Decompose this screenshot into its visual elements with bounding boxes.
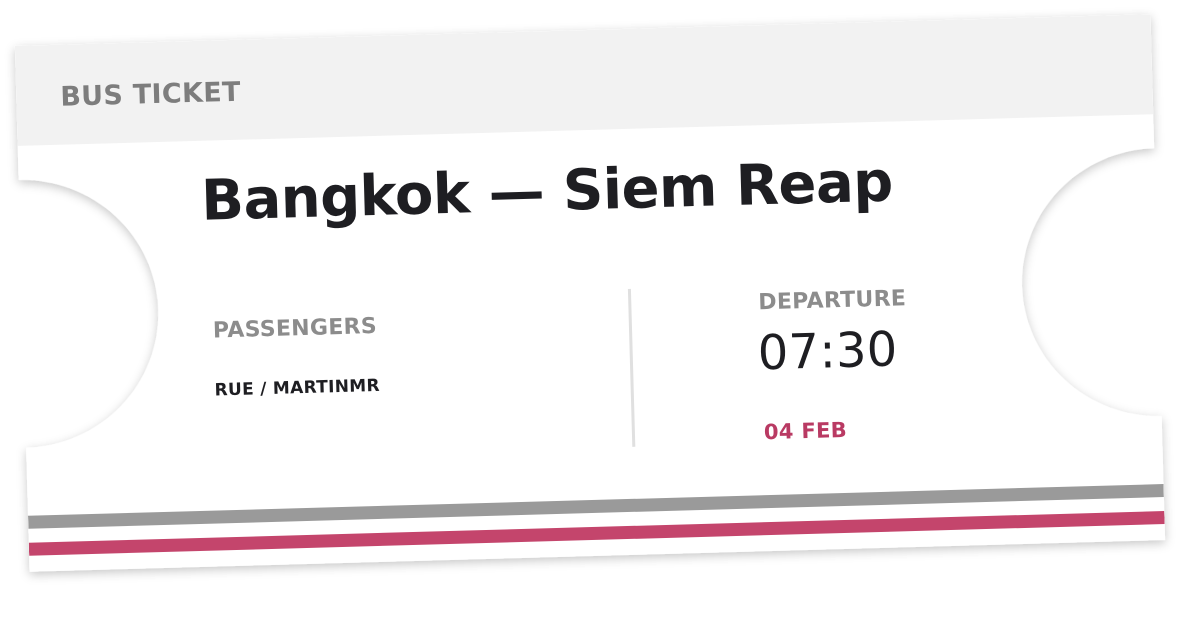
ticket-type-label: BUS TICKET: [59, 76, 242, 113]
bus-ticket: BUS TICKET Bangkok — Siem Reap PASSENGER…: [14, 14, 1166, 572]
route-title: Bangkok — Siem Reap: [200, 149, 894, 234]
departure-heading: DEPARTURE: [757, 286, 907, 316]
departure-time: 07:30: [756, 321, 899, 382]
passengers-heading: PASSENGERS: [212, 313, 378, 344]
page: BUS TICKET Bangkok — Siem Reap PASSENGER…: [0, 0, 1199, 618]
ticket-content: BUS TICKET Bangkok — Siem Reap PASSENGER…: [15, 14, 1165, 572]
passenger-names: RUE / MARTINMR: [214, 375, 381, 401]
section-divider: [627, 288, 636, 447]
departure-date: 04 FEB: [763, 417, 848, 445]
